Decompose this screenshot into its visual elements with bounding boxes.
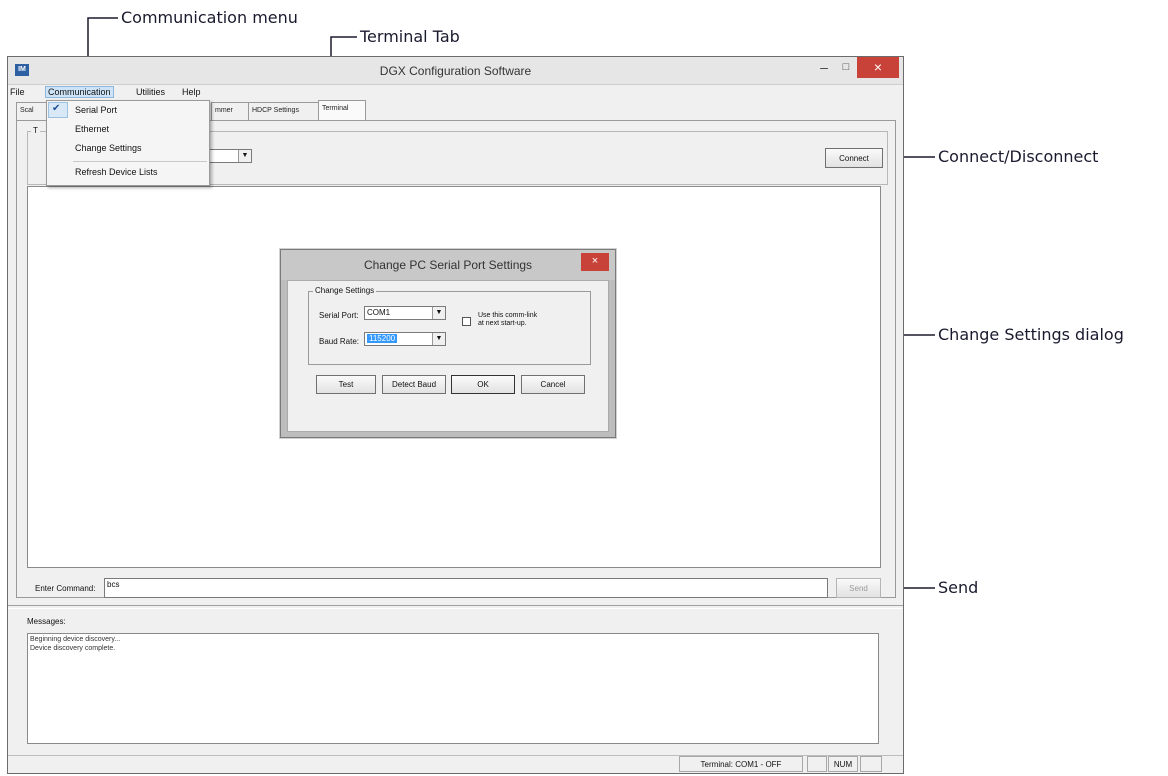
command-value: bcs	[107, 580, 120, 589]
window-title: DGX Configuration Software	[379, 64, 532, 78]
callout-send: Send	[938, 578, 979, 597]
message-line: Device discovery complete.	[30, 645, 116, 652]
group-label: T	[31, 126, 40, 135]
title-bar[interactable]: IM DGX Configuration Software – □ ×	[8, 57, 903, 85]
close-button[interactable]: ×	[857, 57, 899, 78]
communication-menu: ✔ Serial Port Ethernet Change Settings R…	[46, 100, 210, 186]
command-input[interactable]: bcs	[104, 578, 828, 598]
baud-rate-label: Baud Rate:	[319, 337, 360, 346]
callout-communication-menu: Communication menu	[121, 8, 298, 27]
serial-port-select[interactable]: COM1 ▼	[364, 306, 446, 320]
callout-change-settings-dialog: Change Settings dialog	[938, 325, 1124, 344]
menu-file[interactable]: File	[10, 87, 25, 97]
serial-settings-dialog: Change PC Serial Port Settings × Change …	[280, 249, 616, 438]
startup-checkbox[interactable]	[462, 317, 471, 326]
cancel-button[interactable]: Cancel	[521, 375, 585, 394]
menu-separator	[73, 161, 207, 162]
change-settings-group: Change Settings Serial Port: COM1 ▼ Baud…	[308, 286, 591, 365]
startup-checkbox-label-2: at next start-up.	[478, 320, 527, 327]
tab-scan[interactable]: Scal	[16, 102, 50, 120]
dropdown-arrow-icon: ▼	[432, 307, 445, 319]
menu-utilities[interactable]: Utilities	[136, 87, 165, 97]
terminal-status: Terminal: COM1 - OFF	[679, 756, 803, 772]
messages-divider[interactable]	[8, 605, 903, 609]
dropdown-arrow-icon: ▼	[238, 150, 251, 162]
status-bar: Terminal: COM1 - OFF NUM	[8, 755, 903, 773]
messages-box[interactable]: Beginning device discovery... Device dis…	[27, 633, 879, 744]
change-settings-label: Change Settings	[313, 286, 377, 295]
test-button[interactable]: Test	[316, 375, 376, 394]
serial-port-label: Serial Port:	[319, 311, 359, 320]
tab-terminal[interactable]: Terminal	[318, 100, 366, 120]
dialog-body: Change Settings Serial Port: COM1 ▼ Baud…	[287, 280, 609, 432]
status-empty-cell	[860, 756, 882, 772]
menu-bar: File Communication Utilities Help	[8, 86, 903, 100]
tab-hdcp-settings[interactable]: HDCP Settings	[248, 102, 326, 120]
ok-button[interactable]: OK	[451, 375, 515, 394]
enter-command-label: Enter Command:	[35, 584, 96, 593]
callout-connect-disconnect: Connect/Disconnect	[938, 147, 1099, 166]
message-line: Beginning device discovery...	[30, 636, 121, 643]
maximize-button[interactable]: □	[836, 58, 856, 78]
serial-port-value: COM1	[367, 308, 391, 317]
startup-checkbox-label-1: Use this comm-link	[478, 312, 538, 319]
send-button[interactable]: Send	[836, 578, 881, 598]
checkmark-icon: ✔	[52, 103, 61, 114]
menu-help[interactable]: Help	[182, 87, 201, 97]
messages-label: Messages:	[27, 617, 66, 626]
dropdown-arrow-icon: ▼	[432, 333, 445, 345]
dialog-title[interactable]: Change PC Serial Port Settings	[281, 250, 615, 280]
dialog-close-button[interactable]: ×	[581, 253, 609, 271]
num-indicator: NUM	[828, 756, 858, 772]
menu-communication[interactable]: Communication	[45, 86, 114, 98]
menu-item-refresh-device-lists[interactable]: Refresh Device Lists	[75, 167, 158, 177]
menu-item-ethernet[interactable]: Ethernet	[75, 124, 109, 134]
baud-rate-select[interactable]: 115200 ▼	[364, 332, 446, 346]
baud-rate-value: 115200	[367, 334, 398, 343]
callout-terminal-tab: Terminal Tab	[360, 27, 460, 46]
minimize-button[interactable]: –	[814, 58, 834, 78]
menu-item-serial-port[interactable]: Serial Port	[75, 105, 117, 115]
menu-item-change-settings[interactable]: Change Settings	[75, 143, 142, 153]
status-empty-cell	[807, 756, 827, 772]
connect-button[interactable]: Connect	[825, 148, 883, 168]
detect-baud-button[interactable]: Detect Baud	[382, 375, 446, 394]
